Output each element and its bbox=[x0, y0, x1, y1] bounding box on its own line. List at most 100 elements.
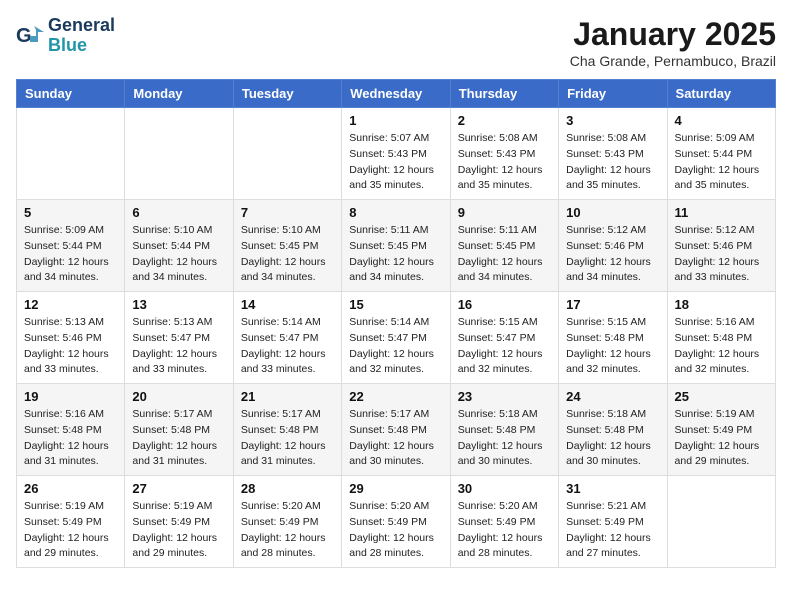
day-number: 3 bbox=[566, 113, 659, 128]
day-info: Sunrise: 5:12 AMSunset: 5:46 PMDaylight:… bbox=[566, 223, 659, 286]
calendar-week-row: 19 Sunrise: 5:16 AMSunset: 5:48 PMDayligh… bbox=[17, 384, 776, 476]
calendar-cell: 5Sunrise: 5:09 AMSunset: 5:44 PMDaylight… bbox=[17, 200, 125, 292]
calendar-cell: 7Sunrise: 5:10 AMSunset: 5:45 PMDaylight… bbox=[233, 200, 341, 292]
calendar-cell: 6Sunrise: 5:10 AMSunset: 5:44 PMDaylight… bbox=[125, 200, 233, 292]
day-number: 27 bbox=[132, 481, 225, 496]
calendar-cell: 14 Sunrise: 5:14 AMSunset: 5:47 PMDayligh… bbox=[233, 292, 341, 384]
weekday-header: Sunday bbox=[17, 80, 125, 108]
calendar-cell: 26Sunrise: 5:19 AMSunset: 5:49 PMDayligh… bbox=[17, 476, 125, 568]
calendar-cell: 24 Sunrise: 5:18 AMSunset: 5:48 PMDayligh… bbox=[559, 384, 667, 476]
day-number: 17 bbox=[566, 297, 659, 312]
weekday-header: Tuesday bbox=[233, 80, 341, 108]
calendar-cell: 17 Sunrise: 5:15 AMSunset: 5:48 PMDayligh… bbox=[559, 292, 667, 384]
day-number: 23 bbox=[458, 389, 551, 404]
weekday-header: Friday bbox=[559, 80, 667, 108]
weekday-header: Saturday bbox=[667, 80, 775, 108]
month-title: January 2025 bbox=[570, 16, 776, 53]
day-info: Sunrise: 5:09 AMSunset: 5:44 PMDaylight:… bbox=[24, 223, 117, 286]
day-info: Sunrise: 5:08 AMSunset: 5:43 PMDaylight:… bbox=[458, 131, 551, 194]
day-info: Sunrise: 5:19 AMSunset: 5:49 PMDaylight:… bbox=[132, 499, 225, 562]
day-number: 25 bbox=[675, 389, 768, 404]
calendar-week-row: 5Sunrise: 5:09 AMSunset: 5:44 PMDaylight… bbox=[17, 200, 776, 292]
day-info: Sunrise: 5:10 AMSunset: 5:45 PMDaylight:… bbox=[241, 223, 334, 286]
calendar-cell: 29Sunrise: 5:20 AMSunset: 5:49 PMDayligh… bbox=[342, 476, 450, 568]
calendar-cell: 18Sunrise: 5:16 AMSunset: 5:48 PMDayligh… bbox=[667, 292, 775, 384]
day-number: 20 bbox=[132, 389, 225, 404]
calendar-cell: 9Sunrise: 5:11 AMSunset: 5:45 PMDaylight… bbox=[450, 200, 558, 292]
day-info: Sunrise: 5:10 AMSunset: 5:44 PMDaylight:… bbox=[132, 223, 225, 286]
calendar-cell: 23 Sunrise: 5:18 AMSunset: 5:48 PMDayligh… bbox=[450, 384, 558, 476]
day-info: Sunrise: 5:16 AMSunset: 5:48 PMDaylight:… bbox=[24, 407, 117, 470]
day-info: Sunrise: 5:21 AMSunset: 5:49 PMDaylight:… bbox=[566, 499, 659, 562]
day-number: 12 bbox=[24, 297, 117, 312]
day-number: 15 bbox=[349, 297, 442, 312]
day-info: Sunrise: 5:14 AMSunset: 5:47 PMDaylight:… bbox=[241, 315, 334, 378]
day-info: Sunrise: 5:20 AMSunset: 5:49 PMDaylight:… bbox=[349, 499, 442, 562]
calendar-cell: 1 Sunrise: 5:07 AMSunset: 5:43 PMDaylight… bbox=[342, 108, 450, 200]
calendar-week-row: 1 Sunrise: 5:07 AMSunset: 5:43 PMDaylight… bbox=[17, 108, 776, 200]
calendar-cell: 8 Sunrise: 5:11 AMSunset: 5:45 PMDaylight… bbox=[342, 200, 450, 292]
calendar-cell: 27 Sunrise: 5:19 AMSunset: 5:49 PMDayligh… bbox=[125, 476, 233, 568]
day-info: Sunrise: 5:18 AMSunset: 5:48 PMDaylight:… bbox=[566, 407, 659, 470]
calendar-cell: 30Sunrise: 5:20 AMSunset: 5:49 PMDayligh… bbox=[450, 476, 558, 568]
weekday-header: Monday bbox=[125, 80, 233, 108]
day-info: Sunrise: 5:14 AMSunset: 5:47 PMDaylight:… bbox=[349, 315, 442, 378]
weekday-header: Wednesday bbox=[342, 80, 450, 108]
logo-icon: G bbox=[16, 22, 44, 50]
calendar-cell: 11 Sunrise: 5:12 AMSunset: 5:46 PMDayligh… bbox=[667, 200, 775, 292]
calendar-cell: 13Sunrise: 5:13 AMSunset: 5:47 PMDayligh… bbox=[125, 292, 233, 384]
day-number: 14 bbox=[241, 297, 334, 312]
calendar-cell: 15 Sunrise: 5:14 AMSunset: 5:47 PMDayligh… bbox=[342, 292, 450, 384]
title-block: January 2025 Cha Grande, Pernambuco, Bra… bbox=[570, 16, 776, 69]
calendar-cell: 3 Sunrise: 5:08 AMSunset: 5:43 PMDaylight… bbox=[559, 108, 667, 200]
day-info: Sunrise: 5:18 AMSunset: 5:48 PMDaylight:… bbox=[458, 407, 551, 470]
location: Cha Grande, Pernambuco, Brazil bbox=[570, 53, 776, 69]
day-number: 2 bbox=[458, 113, 551, 128]
day-number: 8 bbox=[349, 205, 442, 220]
day-info: Sunrise: 5:12 AMSunset: 5:46 PMDaylight:… bbox=[675, 223, 768, 286]
calendar-cell: 19 Sunrise: 5:16 AMSunset: 5:48 PMDayligh… bbox=[17, 384, 125, 476]
calendar-cell: 10 Sunrise: 5:12 AMSunset: 5:46 PMDayligh… bbox=[559, 200, 667, 292]
day-info: Sunrise: 5:07 AMSunset: 5:43 PMDaylight:… bbox=[349, 131, 442, 194]
day-number: 26 bbox=[24, 481, 117, 496]
logo-line2: Blue bbox=[48, 36, 115, 56]
weekday-header: Thursday bbox=[450, 80, 558, 108]
day-info: Sunrise: 5:19 AMSunset: 5:49 PMDaylight:… bbox=[675, 407, 768, 470]
day-info: Sunrise: 5:17 AMSunset: 5:48 PMDaylight:… bbox=[349, 407, 442, 470]
day-info: Sunrise: 5:09 AMSunset: 5:44 PMDaylight:… bbox=[675, 131, 768, 194]
day-number: 16 bbox=[458, 297, 551, 312]
day-info: Sunrise: 5:17 AMSunset: 5:48 PMDaylight:… bbox=[132, 407, 225, 470]
calendar-cell bbox=[667, 476, 775, 568]
day-number: 21 bbox=[241, 389, 334, 404]
day-info: Sunrise: 5:15 AMSunset: 5:47 PMDaylight:… bbox=[458, 315, 551, 378]
calendar-cell: 25 Sunrise: 5:19 AMSunset: 5:49 PMDayligh… bbox=[667, 384, 775, 476]
day-number: 13 bbox=[132, 297, 225, 312]
page-header: G General Blue January 2025 Cha Grande, … bbox=[16, 16, 776, 69]
calendar-week-row: 12 Sunrise: 5:13 AMSunset: 5:46 PMDayligh… bbox=[17, 292, 776, 384]
day-info: Sunrise: 5:13 AMSunset: 5:46 PMDaylight:… bbox=[24, 315, 117, 378]
calendar-cell: 20 Sunrise: 5:17 AMSunset: 5:48 PMDayligh… bbox=[125, 384, 233, 476]
calendar-cell: 22 Sunrise: 5:17 AMSunset: 5:48 PMDayligh… bbox=[342, 384, 450, 476]
day-info: Sunrise: 5:20 AMSunset: 5:49 PMDaylight:… bbox=[241, 499, 334, 562]
calendar-cell bbox=[17, 108, 125, 200]
day-info: Sunrise: 5:15 AMSunset: 5:48 PMDaylight:… bbox=[566, 315, 659, 378]
logo-line1: General bbox=[48, 16, 115, 36]
calendar-cell: 12 Sunrise: 5:13 AMSunset: 5:46 PMDayligh… bbox=[17, 292, 125, 384]
day-number: 1 bbox=[349, 113, 442, 128]
day-number: 22 bbox=[349, 389, 442, 404]
calendar-cell bbox=[233, 108, 341, 200]
day-number: 10 bbox=[566, 205, 659, 220]
day-number: 24 bbox=[566, 389, 659, 404]
calendar-table: SundayMondayTuesdayWednesdayThursdayFrid… bbox=[16, 79, 776, 568]
calendar-cell: 31Sunrise: 5:21 AMSunset: 5:49 PMDayligh… bbox=[559, 476, 667, 568]
day-number: 18 bbox=[675, 297, 768, 312]
calendar-cell: 2 Sunrise: 5:08 AMSunset: 5:43 PMDaylight… bbox=[450, 108, 558, 200]
day-info: Sunrise: 5:08 AMSunset: 5:43 PMDaylight:… bbox=[566, 131, 659, 194]
day-number: 19 bbox=[24, 389, 117, 404]
day-info: Sunrise: 5:17 AMSunset: 5:48 PMDaylight:… bbox=[241, 407, 334, 470]
day-number: 9 bbox=[458, 205, 551, 220]
day-info: Sunrise: 5:20 AMSunset: 5:49 PMDaylight:… bbox=[458, 499, 551, 562]
day-number: 11 bbox=[675, 205, 768, 220]
day-info: Sunrise: 5:11 AMSunset: 5:45 PMDaylight:… bbox=[349, 223, 442, 286]
svg-text:G: G bbox=[16, 25, 32, 47]
